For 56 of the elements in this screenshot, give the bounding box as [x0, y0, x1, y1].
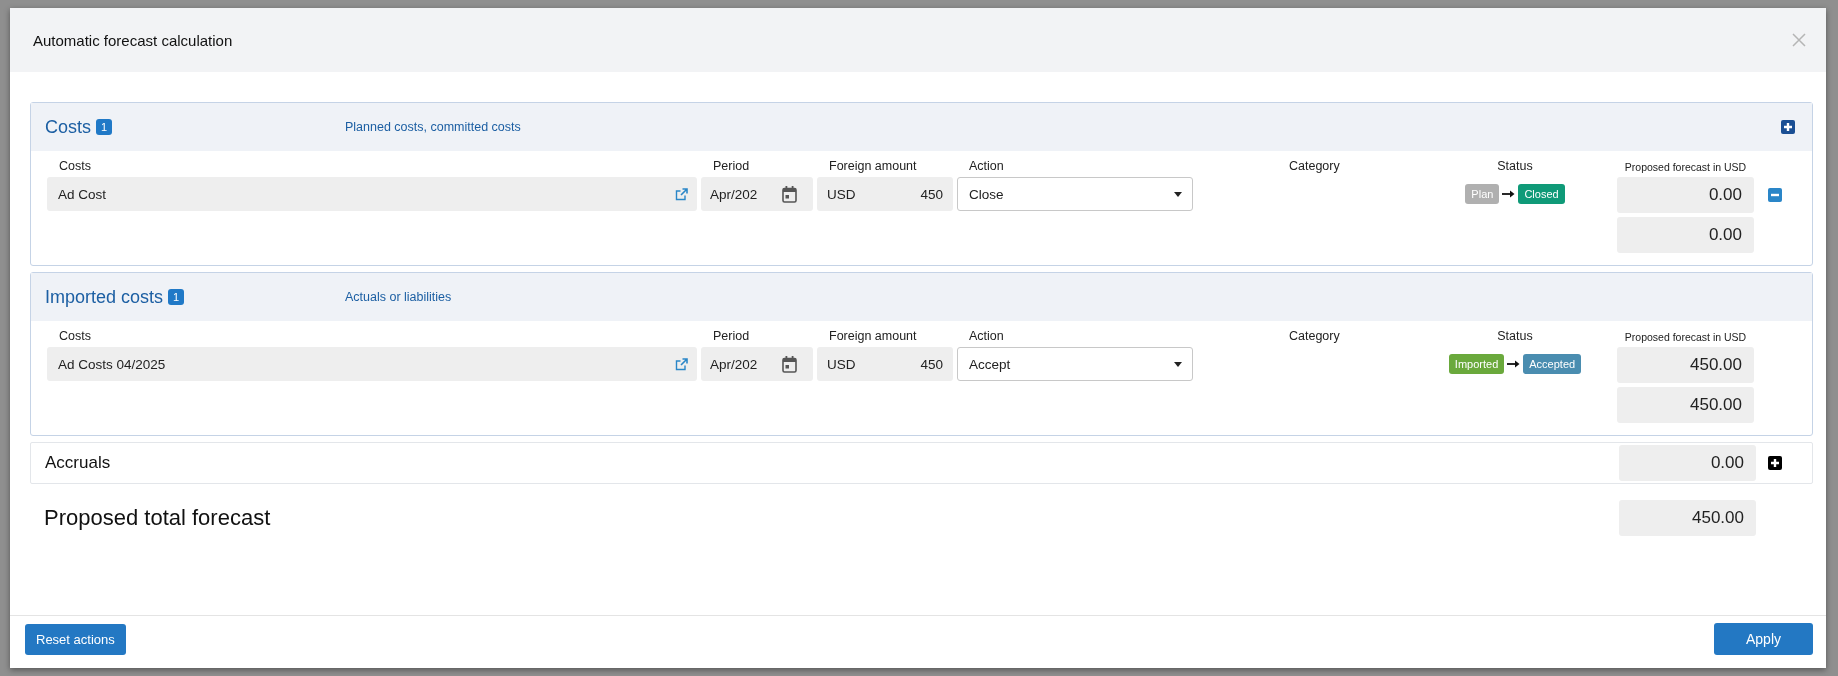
cost-field[interactable]: Ad Cost	[47, 177, 697, 211]
column-header: Category	[1288, 159, 1341, 173]
column-header: Status	[1496, 159, 1534, 173]
forecast-value: 0.00	[1617, 217, 1754, 253]
column-header: Category	[1288, 329, 1341, 343]
add-icon[interactable]	[1768, 456, 1782, 470]
forecast-value: 450.00	[1617, 347, 1754, 383]
column-header: Proposed forecast in USD	[1623, 331, 1748, 343]
forecast-value: 0.00	[1617, 177, 1754, 213]
accruals-title: Accruals	[45, 453, 112, 473]
column-header: Costs	[58, 329, 92, 343]
section-subtitle: Actuals or liabilities	[345, 290, 453, 304]
reset-actions-button[interactable]: Reset actions	[25, 623, 126, 655]
currency-label: USD	[827, 356, 856, 372]
column-header: Action	[968, 159, 1005, 173]
forecast-value: 450.00	[1617, 387, 1754, 423]
external-link-icon[interactable]	[675, 357, 688, 371]
column-header: Foreign amount	[828, 329, 918, 343]
count-badge: 1	[96, 119, 113, 135]
status-badge: Accepted	[1523, 354, 1582, 374]
arrow-icon	[1502, 190, 1516, 198]
section-title: Costs	[45, 116, 91, 138]
column-header: Period	[712, 159, 751, 173]
column-header: Period	[712, 329, 751, 343]
amount-value: 450	[920, 186, 943, 202]
action-dropdown[interactable]: Close	[957, 177, 1193, 211]
count-badge: 1	[168, 289, 185, 305]
arrow-icon	[1507, 360, 1521, 368]
cost-field[interactable]: Ad Costs 04/2025	[47, 347, 697, 381]
status-badge: Plan	[1465, 184, 1500, 204]
caret-icon	[1174, 191, 1182, 197]
external-link-icon[interactable]	[675, 187, 688, 201]
caret-icon	[1174, 361, 1182, 367]
section-title: Imported costs	[45, 286, 164, 308]
status-badge: Closed	[1518, 184, 1565, 204]
column-header: Foreign amount	[828, 159, 918, 173]
total-label: Proposed total forecast	[44, 505, 272, 531]
period-field[interactable]: Apr/202	[701, 347, 813, 381]
accruals-value: 0.00	[1619, 445, 1756, 481]
status-badge: Imported	[1448, 354, 1505, 374]
section-subtitle: Planned costs, committed costs	[345, 120, 522, 134]
amount-value: 450	[920, 356, 943, 372]
action-dropdown[interactable]: Accept	[957, 347, 1193, 381]
add-icon[interactable]	[1781, 120, 1795, 134]
column-header: Status	[1496, 329, 1534, 343]
total-value: 450.00	[1619, 500, 1756, 536]
period-field[interactable]: Apr/202	[701, 177, 813, 211]
remove-icon[interactable]	[1768, 188, 1782, 202]
calendar-icon[interactable]	[782, 355, 797, 373]
column-header: Action	[968, 329, 1005, 343]
calendar-icon[interactable]	[782, 185, 797, 203]
column-header: Proposed forecast in USD	[1623, 161, 1748, 173]
currency-label: USD	[827, 186, 856, 202]
column-header: Costs	[58, 159, 92, 173]
apply-button[interactable]: Apply	[1713, 623, 1813, 655]
dialog-title: Automatic forecast calculation	[33, 31, 233, 49]
